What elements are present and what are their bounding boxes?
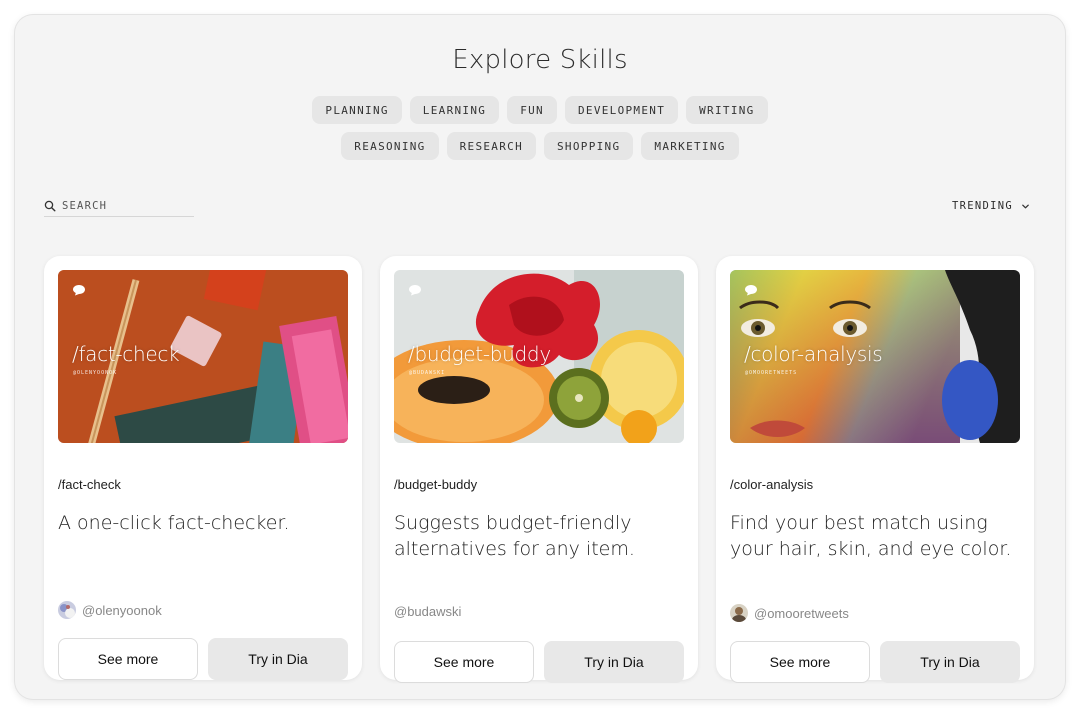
see-more-button[interactable]: See more (58, 638, 198, 680)
try-in-dia-button[interactable]: Try in Dia (208, 638, 348, 680)
see-more-button[interactable]: See more (730, 641, 870, 683)
avatar (730, 604, 748, 622)
tag-shopping[interactable]: SHOPPING (544, 132, 634, 160)
tag-fun[interactable]: FUN (507, 96, 557, 124)
thumbnail-skill-title: /color-analysis (744, 342, 883, 366)
chat-bubble-icon (73, 285, 85, 296)
see-more-button[interactable]: See more (394, 641, 534, 683)
author-handle: @olenyoonok (82, 602, 162, 618)
skill-slug: /color-analysis (730, 477, 814, 492)
sort-label: TRENDING (952, 200, 1013, 212)
sort-dropdown[interactable]: TRENDING (952, 200, 1030, 212)
thumbnail-author-handle: @OLENYOONOK (73, 370, 118, 376)
try-in-dia-button[interactable]: Try in Dia (880, 641, 1020, 683)
thumbnail-author-handle: @OMOORETWEETS (745, 370, 798, 376)
chat-bubble-icon (409, 285, 421, 296)
skill-description: Suggests budget-friendly alternatives fo… (394, 512, 635, 560)
skill-thumbnail[interactable]: /budget-buddy @BUDAWSKI (394, 270, 684, 443)
category-tags-row-1: PLANNING LEARNING FUN DEVELOPMENT WRITIN… (15, 96, 1065, 124)
skill-author[interactable]: @olenyoonok (58, 601, 162, 619)
thumbnail-skill-title: /budget-buddy (408, 342, 551, 366)
skill-slug: /budget-buddy (394, 477, 478, 492)
tag-reasoning[interactable]: REASONING (341, 132, 439, 160)
tag-research[interactable]: RESEARCH (446, 132, 536, 160)
tag-marketing[interactable]: MARKETING (641, 132, 739, 160)
thumbnail-author-handle: @BUDAWSKI (409, 370, 446, 376)
chat-bubble-icon (745, 285, 757, 296)
skill-slug: /fact-check (58, 477, 121, 492)
thumbnail-skill-title: /fact-check (72, 342, 180, 366)
category-tags-row-2: REASONING RESEARCH SHOPPING MARKETING (15, 132, 1065, 160)
explore-skills-window: Explore Skills PLANNING LEARNING FUN DEV… (15, 15, 1065, 699)
search-bar[interactable] (44, 195, 194, 217)
search-icon (44, 200, 56, 212)
skill-thumbnail[interactable]: /fact-check @OLENYOONOK (58, 270, 348, 443)
skill-card-budget-buddy[interactable]: /budget-buddy @BUDAWSKI /budget-buddy Su… (380, 256, 698, 683)
author-handle: @omooretweets (754, 605, 849, 621)
skill-card-fact-check[interactable]: /fact-check @OLENYOONOK /fact-check A on… (44, 256, 362, 680)
skill-description: Find your best match using your hair, sk… (730, 512, 1012, 560)
skill-card-color-analysis[interactable]: /color-analysis @OMOORETWEETS /color-ana… (716, 256, 1034, 683)
tag-writing[interactable]: WRITING (686, 96, 768, 124)
tag-development[interactable]: DEVELOPMENT (564, 96, 679, 124)
avatar (58, 601, 76, 619)
chevron-down-icon (1022, 204, 1029, 208)
skill-thumbnail[interactable]: /color-analysis @OMOORETWEETS (730, 270, 1020, 443)
skill-author[interactable]: @budawski (394, 604, 461, 619)
search-input[interactable] (62, 199, 182, 212)
skill-description: A one-click fact-checker. (58, 512, 290, 534)
tag-planning[interactable]: PLANNING (312, 96, 402, 124)
try-in-dia-button[interactable]: Try in Dia (544, 641, 684, 683)
page-title: Explore Skills (452, 45, 628, 75)
tag-learning[interactable]: LEARNING (409, 96, 500, 124)
skill-author[interactable]: @omooretweets (730, 604, 849, 622)
author-handle: @budawski (394, 604, 462, 619)
